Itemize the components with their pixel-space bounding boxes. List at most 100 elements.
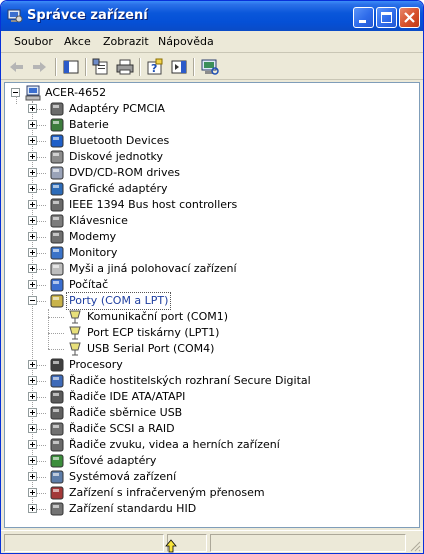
properties-icon[interactable]: [91, 57, 111, 77]
back-arrow-icon[interactable]: [7, 57, 27, 77]
tree-category[interactable]: Diskové jednotky: [5, 149, 415, 165]
tree-category[interactable]: Porty (COM a LPT): [5, 292, 415, 310]
tree-category[interactable]: Řadiče hostitelských rozhraní Secure Dig…: [5, 373, 415, 389]
tree-device[interactable]: USB Serial Port (COM4): [5, 341, 415, 357]
tree-category-label: Diskové jednotky: [69, 150, 164, 163]
tree-category[interactable]: Zařízení s infračerveným přenosem: [5, 485, 415, 501]
expand-toggle[interactable]: [28, 168, 37, 177]
tree-category[interactable]: Počítač: [5, 277, 415, 293]
help-icon[interactable]: ?: [145, 57, 165, 77]
mouse-icon: [50, 262, 64, 276]
minimize-icon: [359, 20, 366, 23]
tree-category-label: Řadiče sběrnice USB: [69, 406, 183, 419]
port-connector-icon: [69, 342, 81, 356]
show-hide-tree-icon[interactable]: [61, 57, 81, 77]
show-hide-action-pane-icon[interactable]: [169, 57, 189, 77]
tree-category-label: Modemy: [69, 230, 117, 243]
expand-toggle[interactable]: [28, 408, 37, 417]
minimize-button[interactable]: [353, 7, 374, 28]
maximize-icon: [381, 12, 392, 23]
tree-category-label: Systémová zařízení: [69, 470, 177, 483]
tree-category[interactable]: Myši a jiná polohovací zařízení: [5, 261, 415, 277]
maximize-button[interactable]: [376, 7, 397, 28]
expand-toggle[interactable]: [28, 504, 37, 513]
tree-category[interactable]: Systémová zařízení: [5, 469, 415, 485]
tree-category[interactable]: Zařízení standardu HID: [5, 501, 415, 517]
tree-category-label: Síťové adaptéry: [69, 454, 157, 467]
expand-toggle[interactable]: [28, 184, 37, 193]
tree-category[interactable]: Monitory: [5, 245, 415, 261]
expand-toggle[interactable]: [28, 232, 37, 241]
mouse-cursor-icon: [165, 539, 177, 553]
device-tree[interactable]: ACER-4652 Adaptéry PCMCIA Baterie Bluetoot…: [4, 82, 420, 528]
menu-zobrazit[interactable]: Zobrazit: [103, 35, 149, 48]
tree-device-label: USB Serial Port (COM4): [87, 342, 215, 355]
expand-toggle[interactable]: [28, 456, 37, 465]
close-button[interactable]: [399, 7, 420, 28]
tree-category[interactable]: Řadiče SCSI a RAID: [5, 421, 415, 437]
expand-toggle[interactable]: [28, 152, 37, 161]
expand-toggle[interactable]: [28, 376, 37, 385]
expand-toggle[interactable]: [28, 360, 37, 369]
menu-napoveda[interactable]: Nápověda: [158, 35, 214, 48]
tree-category-label: IEEE 1394 Bus host controllers: [69, 198, 238, 211]
expand-toggle[interactable]: [28, 440, 37, 449]
display-adapter-icon: [50, 182, 64, 196]
expand-toggle[interactable]: [28, 280, 37, 289]
tree-category-label: Grafické adaptéry: [69, 182, 168, 195]
resize-grip-icon[interactable]: [409, 540, 421, 552]
tree-root[interactable]: ACER-4652: [5, 85, 415, 101]
menu-akce[interactable]: Akce: [64, 35, 91, 48]
expand-toggle[interactable]: [28, 264, 37, 273]
pcmcia-icon: [50, 102, 64, 116]
tree-device[interactable]: Komunikační port (COM1): [5, 309, 415, 325]
toolbar-separator: [139, 58, 141, 76]
toolbar-separator: [193, 58, 195, 76]
tree-category[interactable]: Síťové adaptéry: [5, 453, 415, 469]
sound-icon: [50, 438, 64, 452]
toolbar-separator: [55, 58, 57, 76]
menu-soubor[interactable]: Soubor: [14, 35, 53, 48]
tree-category[interactable]: Adaptéry PCMCIA: [5, 101, 415, 117]
tree-category-label: Zařízení standardu HID: [69, 502, 197, 515]
title-bar[interactable]: Správce zařízení: [1, 1, 423, 31]
expand-toggle[interactable]: [28, 200, 37, 209]
tree-category[interactable]: Baterie: [5, 117, 415, 133]
tree-category[interactable]: Řadiče IDE ATA/ATAPI: [5, 389, 415, 405]
tree-category[interactable]: DVD/CD-ROM drives: [5, 165, 415, 181]
tree-category[interactable]: Řadiče zvuku, videa a herních zařízení: [5, 437, 415, 453]
hid-icon: [50, 502, 64, 516]
network-adapter-icon: [50, 454, 64, 468]
expand-toggle[interactable]: [28, 472, 37, 481]
tree-device-label: Komunikační port (COM1): [87, 310, 229, 323]
expand-toggle[interactable]: [28, 392, 37, 401]
expand-toggle[interactable]: [28, 104, 37, 113]
computer-manage-icon: [7, 9, 23, 23]
expand-toggle[interactable]: [28, 216, 37, 225]
status-pane: [210, 534, 406, 552]
tree-category-label: Počítač: [69, 278, 109, 291]
scan-hardware-icon[interactable]: [200, 57, 220, 77]
expand-toggle[interactable]: [28, 248, 37, 257]
tree-category[interactable]: Procesory: [5, 357, 415, 373]
tree-category[interactable]: Řadiče sběrnice USB: [5, 405, 415, 421]
tree-category[interactable]: Bluetooth Devices: [5, 133, 415, 149]
expand-toggle[interactable]: [28, 424, 37, 433]
status-pane: [4, 534, 164, 552]
expand-toggle[interactable]: [28, 120, 37, 129]
modem-icon: [50, 230, 64, 244]
collapse-toggle[interactable]: [28, 296, 37, 305]
print-icon[interactable]: [115, 57, 135, 77]
tree-device[interactable]: Port ECP tiskárny (LPT1): [5, 325, 415, 341]
tree-category[interactable]: IEEE 1394 Bus host controllers: [5, 197, 415, 213]
expand-toggle[interactable]: [28, 136, 37, 145]
port-connector-icon: [69, 310, 81, 324]
tree-category[interactable]: Klávesnice: [5, 213, 415, 229]
tree-category-label: Řadiče IDE ATA/ATAPI: [69, 390, 186, 403]
tree-category-label: Monitory: [69, 246, 118, 259]
tree-category[interactable]: Modemy: [5, 229, 415, 245]
forward-arrow-icon[interactable]: [29, 57, 49, 77]
infrared-icon: [50, 486, 64, 500]
expand-toggle[interactable]: [28, 488, 37, 497]
tree-category[interactable]: Grafické adaptéry: [5, 181, 415, 197]
